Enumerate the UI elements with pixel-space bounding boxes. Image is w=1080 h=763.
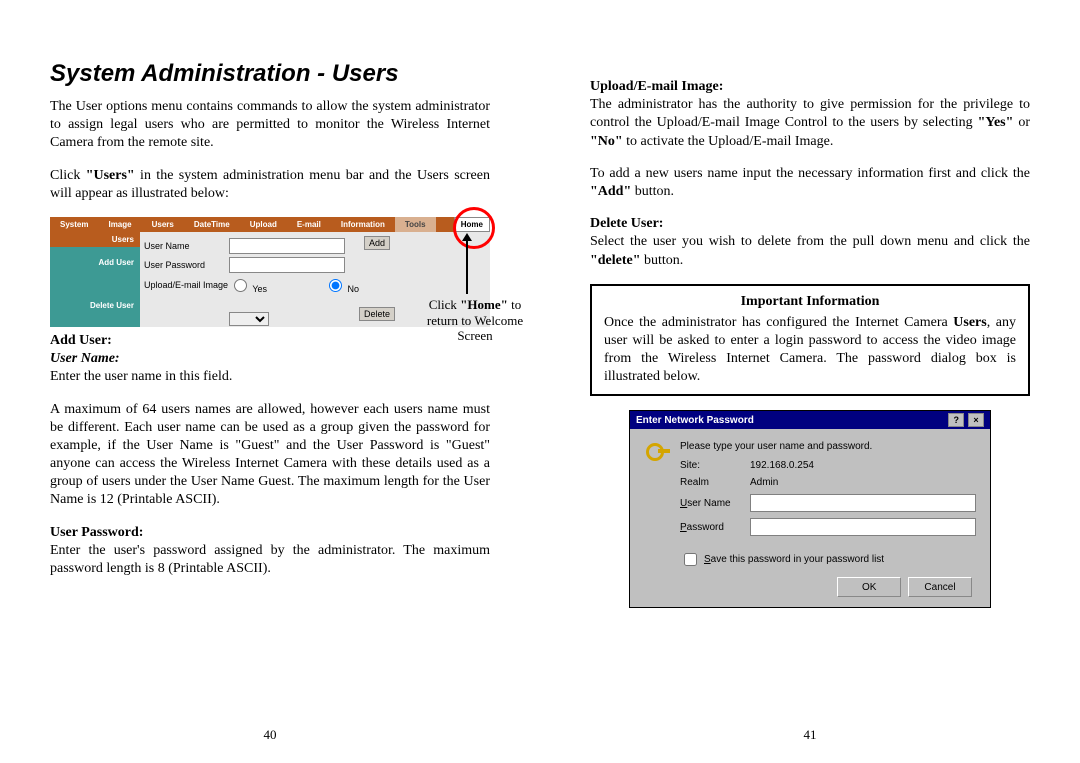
help-icon[interactable]: ? [948,413,964,427]
upload-heading: Upload/E-mail Image: [590,78,1030,96]
key-icon [644,441,670,469]
radio-no[interactable]: No [324,276,409,294]
arrow-line [466,239,468,294]
password-heading: User Password: [50,524,490,542]
save-password-checkbox[interactable]: Save this password in your password list [680,550,976,569]
upload-text: The administrator has the authority to g… [590,96,1030,151]
sidebar-item-users[interactable]: Users [50,232,140,247]
dialog-prompt: Please type your user name and password. [680,441,976,452]
password-input[interactable] [750,518,976,536]
dialog-title-text: Enter Network Password [636,415,754,426]
save-checkbox-input[interactable] [684,553,697,566]
add-button[interactable]: Add [364,236,390,250]
menu-information[interactable]: Information [331,220,395,229]
page-number-left: 40 [0,727,540,743]
password-text: Enter the user's password assigned by th… [50,542,490,578]
sidebar-item-deleteuser[interactable]: Delete User [50,298,140,313]
delete-heading: Delete User: [590,215,1030,233]
delete-select[interactable] [229,312,269,326]
admin-screenshot: System Image Users DateTime Upload E-mai… [50,217,490,327]
menu-email[interactable]: E-mail [287,220,331,229]
realm-value: Admin [750,477,976,488]
maxusers-text: A maximum of 64 users names are allowed,… [50,401,490,510]
realm-label: Realm [680,477,750,488]
username-heading: User Name: [50,350,490,368]
page-title: System Administration - Users [50,60,490,88]
label-uploadimg: Upload/E-mail Image [144,280,229,290]
home-note: Click "Home" to return to Welcome Screen [415,297,535,344]
input-username[interactable] [229,238,345,254]
username-label: User Name [680,498,750,509]
addnew-text: To add a new users name input the necess… [590,165,1030,201]
username-input[interactable] [750,494,976,512]
dialog-titlebar: Enter Network Password ? × [630,411,990,429]
intro-paragraph-1: The User options menu contains commands … [50,98,490,153]
important-information-box: Important Information Once the administr… [590,284,1030,397]
sidebar-item-adduser[interactable]: Add User [50,255,140,270]
site-label: Site: [680,460,750,471]
delete-text: Select the user you wish to delete from … [590,233,1030,269]
close-icon[interactable]: × [968,413,984,427]
important-title: Important Information [604,294,1016,310]
menu-upload[interactable]: Upload [240,220,287,229]
menu-users[interactable]: Users [142,220,184,229]
important-text: Once the administrator has configured th… [604,314,1016,387]
page-left: System Administration - Users The User o… [0,0,540,763]
label-password: User Password [144,260,229,270]
ok-button[interactable]: OK [837,577,901,597]
password-label: Password [680,522,750,533]
cancel-button[interactable]: Cancel [908,577,972,597]
site-value: 192.168.0.254 [750,460,976,471]
intro-paragraph-2: Click "Users" in the system administrati… [50,167,490,203]
menu-system[interactable]: System [50,220,98,229]
radio-yes[interactable]: Yes [229,276,314,294]
menu-datetime[interactable]: DateTime [184,220,240,229]
delete-button[interactable]: Delete [359,307,395,321]
arrow-head-icon [462,233,472,241]
menu-tools[interactable]: Tools [395,217,436,232]
page-number-right: 41 [540,727,1080,743]
menu-image[interactable]: Image [98,220,141,229]
password-dialog: Enter Network Password ? × Please type y… [629,410,991,608]
admin-menu-bar: System Image Users DateTime Upload E-mai… [50,217,490,232]
username-text: Enter the user name in this field. [50,368,490,386]
admin-sidebar: Users Add User Delete User [50,232,140,327]
menu-home[interactable]: Home [454,217,490,232]
label-username: User Name [144,241,229,251]
page-right: Upload/E-mail Image: The administrator h… [540,0,1080,763]
input-password[interactable] [229,257,345,273]
